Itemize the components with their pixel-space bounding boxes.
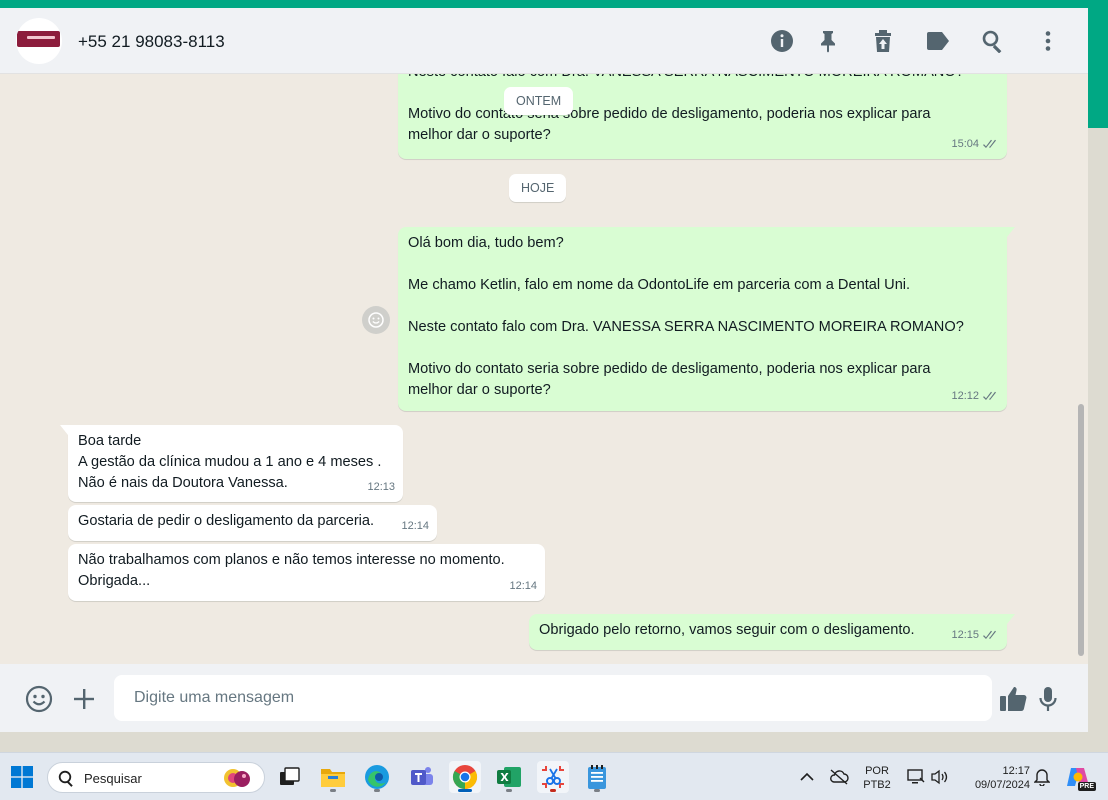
smiley-icon — [368, 312, 384, 328]
message-text: melhor dar o suporte? — [408, 382, 551, 398]
tray-chevron-up-icon[interactable] — [791, 761, 823, 793]
copilot-pre-badge: PRE — [1077, 782, 1096, 791]
message-bubble[interactable]: Obrigado pelo retorno, vamos seguir com … — [529, 614, 1015, 650]
message-text: Não é nais da Doutora Vanessa. — [78, 475, 288, 491]
chat-messages-area[interactable]: Neste contato falo com Dra. VANESSA SERR… — [0, 74, 1088, 664]
message-text: Gostaria de pedir o desligamento da parc… — [78, 513, 375, 529]
cloud-offline-icon[interactable] — [823, 761, 855, 793]
search-icon[interactable] — [980, 28, 1006, 54]
taskbar-clock[interactable]: 12:17 09/07/2024 — [960, 764, 1030, 792]
double-check-icon — [983, 391, 996, 400]
chat-scrollbar[interactable] — [1078, 404, 1084, 656]
message-composer — [0, 664, 1088, 732]
thumbs-up-icon[interactable] — [998, 684, 1028, 714]
message-text: melhor dar o suporte? — [408, 127, 551, 143]
message-time: 15:04 — [951, 138, 979, 150]
task-view-icon[interactable] — [274, 761, 306, 793]
message-meta: 12:15 — [951, 625, 999, 646]
message-meta: 12:12 — [951, 386, 999, 407]
windows-start-icon[interactable] — [6, 761, 38, 793]
message-time: 12:13 — [367, 481, 395, 493]
edge-browser-icon[interactable] — [361, 761, 393, 793]
excel-icon[interactable] — [493, 761, 525, 793]
message-bubble[interactable]: Neste contato falo com Dra. VANESSA SERR… — [398, 74, 1007, 159]
delete-icon[interactable] — [870, 28, 896, 54]
message-bubble[interactable]: Não trabalhamos com planos e não temos i… — [68, 544, 545, 601]
file-explorer-icon[interactable] — [317, 761, 349, 793]
double-check-icon — [983, 630, 996, 639]
message-time: 12:15 — [951, 629, 979, 641]
pin-icon[interactable] — [815, 28, 841, 54]
notifications-bell-icon[interactable] — [1026, 761, 1058, 793]
contact-logo — [17, 31, 60, 47]
message-meta: 15:04 — [951, 134, 999, 155]
message-text: Neste contato falo com Dra. VANESSA SERR… — [408, 319, 964, 335]
emoji-icon[interactable] — [24, 684, 54, 714]
message-text: Motivo do contato seria sobre pedido de … — [408, 361, 931, 377]
copilot-icon[interactable]: PRE — [1062, 761, 1096, 793]
message-meta: 12:14 — [401, 516, 429, 537]
info-icon[interactable] — [769, 28, 795, 54]
right-accent-bar — [1088, 8, 1108, 128]
whatsapp-window: +55 21 98083-8113 Neste contato falo com… — [0, 8, 1088, 732]
message-text: Obrigado pelo retorno, vamos seguir com … — [539, 622, 915, 638]
language-code: POR — [865, 765, 889, 777]
message-text: Me chamo Ketlin, falo em nome da OdontoL… — [408, 277, 911, 293]
clock-time: 12:17 — [1002, 765, 1030, 777]
label-tag-icon[interactable] — [925, 28, 951, 54]
day-chip-yesterday: ONTEM — [504, 87, 574, 115]
double-check-icon — [983, 139, 996, 148]
message-time: 12:12 — [951, 390, 979, 402]
contact-name[interactable]: +55 21 98083-8113 — [78, 32, 225, 52]
message-text: Motivo do contato seria sobre pedido de … — [408, 106, 931, 122]
notepad-icon[interactable] — [581, 761, 613, 793]
message-bubble[interactable]: Gostaria de pedir o desligamento da parc… — [68, 505, 437, 541]
input-language-indicator[interactable]: POR PTB2 — [858, 764, 896, 792]
message-bubble[interactable]: Boa tarde A gestão da clínica mudou a 1 … — [60, 425, 403, 502]
keyboard-layout: PTB2 — [863, 779, 891, 791]
message-text: Neste contato falo com Dra. VANESSA SERR… — [408, 74, 997, 83]
taskbar-search[interactable]: Pesquisar — [47, 762, 265, 793]
volume-icon[interactable] — [924, 761, 956, 793]
more-options-icon[interactable] — [1035, 28, 1061, 54]
teams-icon[interactable] — [405, 761, 437, 793]
message-text: A gestão da clínica mudou a 1 ano e 4 me… — [78, 454, 382, 470]
message-meta: 12:14 — [509, 576, 537, 597]
message-text: Obrigada... — [78, 573, 151, 589]
search-highlight-icon — [224, 769, 250, 787]
contact-avatar[interactable] — [16, 18, 62, 64]
message-input[interactable] — [114, 675, 992, 721]
message-text: Olá bom dia, tudo bem? — [408, 235, 564, 251]
search-icon — [58, 770, 73, 787]
message-text: Boa tarde — [78, 433, 142, 449]
right-gutter — [1088, 128, 1108, 752]
message-meta: 12:13 — [367, 477, 395, 498]
day-chip-today: HOJE — [509, 174, 567, 202]
message-bubble[interactable]: Olá bom dia, tudo bem? Me chamo Ketlin, … — [398, 227, 1015, 411]
message-text: Não trabalhamos com planos e não temos i… — [78, 552, 505, 568]
top-accent-bar — [0, 0, 1108, 8]
windows-taskbar: Pesquisar POR PTB2 12:17 09/07/2024 PRE — [0, 752, 1108, 800]
reaction-emoji-button[interactable] — [362, 306, 390, 334]
microphone-icon[interactable] — [1033, 684, 1063, 714]
message-time: 12:14 — [401, 520, 429, 532]
clock-date: 09/07/2024 — [974, 779, 1030, 791]
attach-plus-icon[interactable] — [69, 684, 99, 714]
chat-header: +55 21 98083-8113 — [0, 8, 1088, 74]
message-time: 12:14 — [509, 580, 537, 592]
chrome-browser-icon[interactable] — [449, 761, 481, 793]
snipping-tool-icon[interactable] — [537, 761, 569, 793]
taskbar-search-label: Pesquisar — [84, 771, 142, 786]
